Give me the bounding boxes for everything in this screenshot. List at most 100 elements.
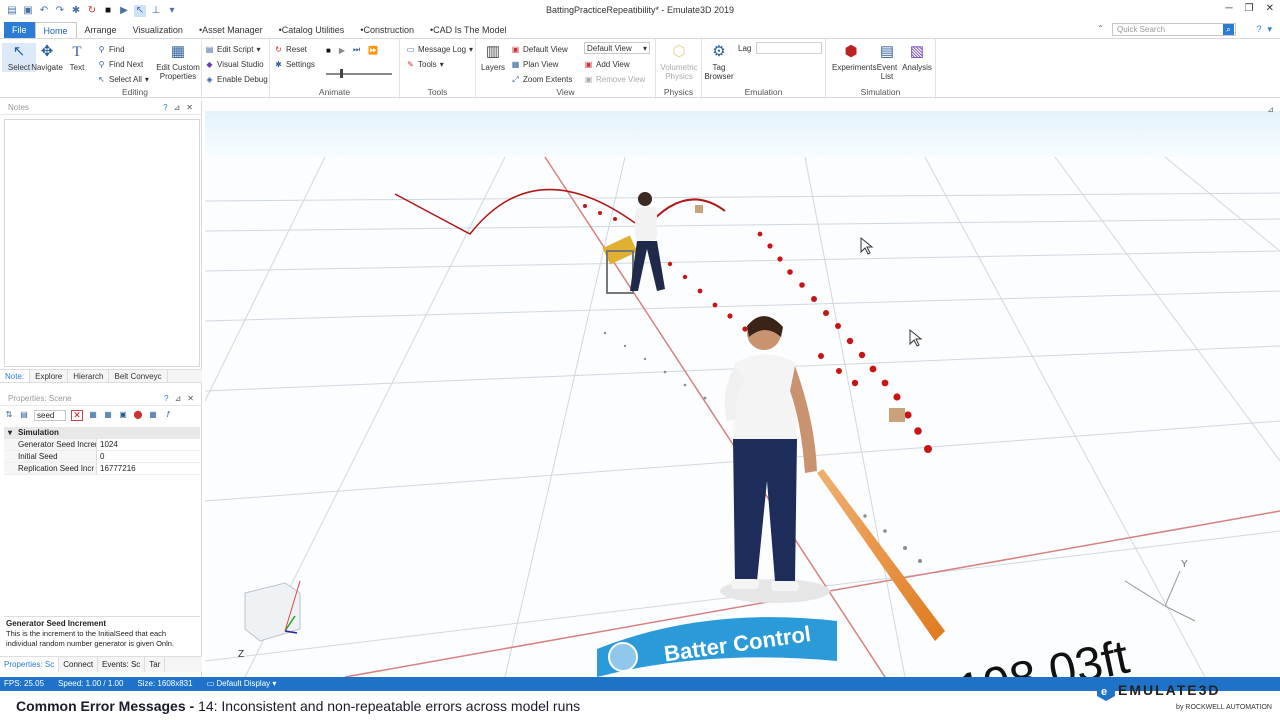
- experiments-button[interactable]: ⬢ Experiments: [832, 43, 876, 72]
- 3d-viewport[interactable]: Z Y Batter Control 198.03ft: [205, 101, 1280, 677]
- speed-readout: Speed: 1.00 / 1.00: [58, 679, 124, 688]
- function-icon[interactable]: f: [163, 410, 173, 420]
- speed-slider[interactable]: [326, 69, 392, 78]
- grid-icon[interactable]: ▦: [148, 410, 158, 420]
- svg-text:e: e: [1101, 686, 1107, 698]
- tab-events[interactable]: Events: Sc: [98, 657, 146, 672]
- step-icon[interactable]: ⏭: [353, 45, 360, 55]
- find-next-button[interactable]: ⚲ Find Next: [97, 58, 144, 70]
- property-category[interactable]: Simulation: [4, 427, 200, 439]
- edit-custom-properties-button[interactable]: ▦ Edit Custom Properties: [156, 43, 200, 81]
- fast-forward-icon[interactable]: ⏩: [368, 46, 378, 55]
- remove-view-button[interactable]: ▣ Remove View: [584, 73, 646, 85]
- volumetric-physics-button[interactable]: ⬡ Volumetric Physics: [660, 43, 698, 81]
- select-all-button[interactable]: ↖ Select All ▾: [97, 73, 149, 85]
- tab-tar[interactable]: Tar: [145, 657, 166, 672]
- add-view-button[interactable]: ▣ Add View: [584, 58, 630, 70]
- display-icon: ▭: [206, 679, 217, 688]
- zoom-extents-button[interactable]: ⤢ Zoom Extents: [511, 73, 572, 85]
- plan-view-button[interactable]: ▦ Plan View: [511, 58, 559, 70]
- tab-belt-conveyor[interactable]: Belt Conveyc: [109, 370, 168, 382]
- property-row[interactable]: Generator Seed Increr 1024: [4, 439, 200, 451]
- tab-notes[interactable]: Note:: [0, 370, 31, 382]
- stop-icon[interactable]: ■: [326, 46, 331, 55]
- copy-icon[interactable]: ▣: [118, 410, 128, 420]
- description-text: This is the increment to the InitialSeed…: [6, 629, 175, 648]
- tools-button[interactable]: ✎ Tools ▾: [406, 58, 444, 70]
- properties-panel-header: Properties: Scene ? ⊿ ✕: [0, 392, 202, 406]
- event-list-button[interactable]: ▤ Event List: [872, 43, 902, 81]
- quick-search-input[interactable]: Quick Search: [1112, 23, 1236, 36]
- tab-visualization[interactable]: Visualization: [125, 22, 191, 38]
- tab-home[interactable]: Home: [34, 22, 77, 38]
- layers-icon: ▥: [485, 43, 501, 60]
- close-icon[interactable]: ✕: [187, 392, 194, 406]
- scene-svg: Z Y Batter Control 198.03ft: [205, 101, 1280, 677]
- message-log-button[interactable]: ▭ Message Log ▾: [406, 43, 473, 55]
- text-icon: T: [72, 44, 82, 60]
- speed-slider-handle[interactable]: [340, 69, 343, 78]
- visual-studio-button[interactable]: ◆ Visual Studio: [205, 58, 263, 70]
- tab-catalog-utilities[interactable]: •Catalog Utilities: [271, 22, 353, 38]
- reset-button[interactable]: ↻ Reset: [274, 43, 307, 55]
- pin-icon[interactable]: ⊿: [1267, 105, 1274, 114]
- tab-cad-is-the-model[interactable]: •CAD Is The Model: [422, 22, 515, 38]
- close-icon[interactable]: ✕: [1266, 3, 1274, 14]
- tab-properties[interactable]: Properties: Sc: [0, 657, 60, 672]
- tab-arrange[interactable]: Arrange: [77, 22, 125, 38]
- tab-file[interactable]: File: [4, 22, 35, 38]
- edit-script-button[interactable]: ▤ Edit Script ▾: [205, 43, 261, 55]
- text-button[interactable]: T Text: [60, 43, 94, 72]
- tab-hierarchy[interactable]: Hierarch: [68, 370, 110, 382]
- navigate-button[interactable]: ✥ Navigate: [30, 43, 64, 72]
- property-row[interactable]: Replication Seed Incr 16777216: [4, 463, 200, 475]
- restore-icon[interactable]: ❐: [1245, 3, 1254, 14]
- display-selector[interactable]: ▭ Default Display ▾: [207, 677, 277, 691]
- clear-search-icon[interactable]: ✕: [71, 409, 83, 421]
- minimize-icon[interactable]: ─: [1226, 3, 1233, 14]
- add-view-icon: ▣: [584, 59, 593, 69]
- property-row[interactable]: Initial Seed 0: [4, 451, 200, 463]
- bottom-tabs: Properties: Sc Connect Events: Sc Tar: [0, 656, 202, 672]
- play-icon[interactable]: ▶: [339, 46, 345, 55]
- message-log-icon: ▭: [406, 44, 415, 54]
- options-dropdown-icon[interactable]: ▾: [1267, 24, 1272, 35]
- property-search-input[interactable]: seed: [34, 409, 66, 421]
- find-button[interactable]: ⚲ Find: [97, 43, 125, 55]
- view-select[interactable]: Default View ▾: [584, 42, 650, 54]
- title-bar: ▤ ▣ ↶ ↷ ✱ ↻ ■ ▶ ↖ ⊥ ▾ BattingPracticeRep…: [0, 0, 1280, 22]
- logo-icon: e: [1097, 681, 1115, 701]
- category-icon[interactable]: ▤: [19, 410, 29, 420]
- collapse-ribbon-icon[interactable]: ⌃: [1097, 24, 1104, 33]
- default-view-button[interactable]: ▣ Default View: [511, 43, 568, 55]
- chevron-down-icon: ▾: [642, 43, 647, 53]
- close-icon[interactable]: ✕: [186, 101, 193, 115]
- help-icon[interactable]: ?: [1256, 24, 1261, 35]
- enable-debug-button[interactable]: ◈ Enable Debug: [205, 73, 267, 85]
- layers-button[interactable]: ▥ Layers: [476, 43, 510, 72]
- help-icon[interactable]: ?: [164, 392, 168, 406]
- tab-connect[interactable]: Connect: [59, 657, 99, 672]
- tab-asset-manager[interactable]: •Asset Manager: [191, 22, 271, 38]
- tab-explorer[interactable]: Explore: [30, 370, 69, 382]
- help-icon[interactable]: ?: [163, 101, 167, 115]
- expand-icon[interactable]: ▦: [88, 410, 98, 420]
- tab-construction[interactable]: •Construction: [352, 22, 422, 38]
- collapse-icon[interactable]: ▦: [103, 410, 113, 420]
- settings-button[interactable]: ✱ Settings: [274, 58, 315, 70]
- window-title: BattingPracticeRepeatibility* - Emulate3…: [545, 5, 735, 15]
- view-icon: ▣: [511, 44, 520, 54]
- sort-icon[interactable]: ⇅: [4, 410, 14, 420]
- help-icons: ? ▾: [1256, 24, 1272, 35]
- pin-icon[interactable]: ⊿: [175, 392, 182, 406]
- analysis-button[interactable]: ▧ Analysis: [900, 43, 934, 72]
- lag-input[interactable]: [756, 42, 822, 54]
- pin-icon[interactable]: ⊿: [174, 101, 181, 115]
- filter-icon[interactable]: ⬤: [133, 410, 143, 420]
- notes-panel-header: Notes ? ⊿ ✕: [0, 101, 201, 115]
- debug-icon: ◈: [206, 74, 213, 84]
- search-icon[interactable]: ⌕: [1223, 24, 1234, 35]
- notes-text-area[interactable]: [4, 119, 200, 367]
- tag-browser-button[interactable]: ⚙ Tag Browser: [702, 43, 736, 81]
- ribbon: ↖ Select ✥ Navigate T Text ⚲ Find ⚲ Find Next…: [0, 38, 1280, 99]
